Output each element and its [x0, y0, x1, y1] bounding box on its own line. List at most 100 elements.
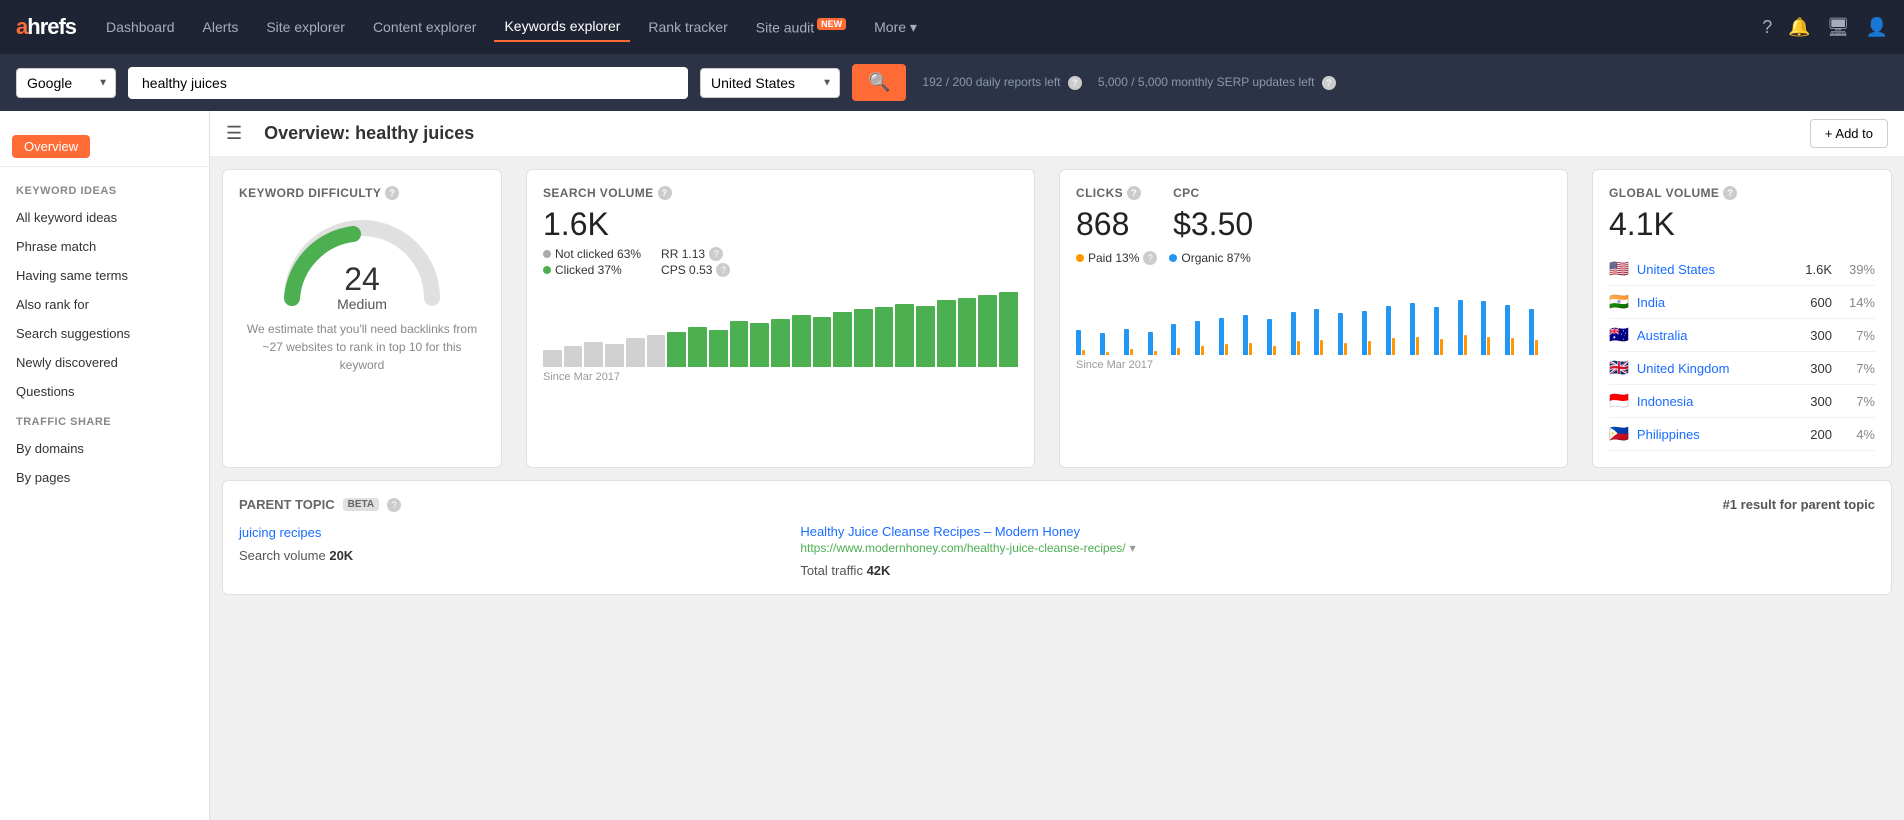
gv-country-link[interactable]: India [1637, 295, 1784, 310]
kd-info-icon[interactable]: ? [385, 186, 399, 200]
gv-country-link[interactable]: United States [1637, 262, 1784, 277]
gv-country-link[interactable]: Indonesia [1637, 394, 1784, 409]
clicks-blue-bar [1410, 303, 1415, 355]
global-volume-list: 🇺🇸 United States 1.6K 39% 🇮🇳 India 600 1… [1609, 253, 1875, 451]
clicks-blue-bar [1100, 333, 1105, 355]
paid-dot [1076, 254, 1084, 262]
clicks-bar-group [1481, 301, 1503, 355]
monthly-serp-info-icon[interactable]: ? [1322, 76, 1336, 90]
overview-header-row: ☰ Overview: healthy juices + Add to [210, 111, 1904, 157]
nav-site-audit[interactable]: Site auditNEW [746, 13, 856, 42]
clicks-bar-group [1434, 307, 1456, 355]
clicks-bar-group [1171, 324, 1193, 355]
gv-info-icon[interactable]: ? [1723, 186, 1737, 200]
paid-info-icon[interactable]: ? [1143, 251, 1157, 265]
traffic-share-section-title: TRAFFIC SHARE [0, 406, 209, 434]
sidebar-phrase-match[interactable]: Phrase match [0, 232, 209, 261]
nav-site-explorer[interactable]: Site explorer [256, 13, 355, 41]
sidebar-questions[interactable]: Questions [0, 377, 209, 406]
sv-bar [999, 292, 1018, 367]
nav-more[interactable]: More ▾ [864, 13, 927, 42]
help-icon[interactable]: ? [1762, 17, 1772, 38]
search-button[interactable]: 🔍 [852, 64, 906, 101]
gauge-svg: 24 [272, 208, 452, 308]
clicks-bar-group [1219, 318, 1241, 355]
clicks-amber-bar [1440, 339, 1443, 355]
juicing-recipes-link[interactable]: juicing recipes [239, 525, 321, 540]
clicks-bar-group [1529, 309, 1551, 355]
bell-icon[interactable]: 🔔 [1788, 17, 1810, 38]
clicks-amber-bar [1154, 351, 1157, 355]
clicks-bar-group [1362, 311, 1384, 355]
country-select-wrapper[interactable]: United States [700, 68, 840, 98]
clicks-bar-group [1338, 313, 1360, 355]
rr-info-icon[interactable]: ? [709, 247, 723, 261]
sv-bar [875, 307, 894, 367]
clicks-blue-bar [1076, 330, 1081, 355]
gv-country-link[interactable]: United Kingdom [1637, 361, 1784, 376]
clicks-amber-bar [1535, 340, 1538, 355]
sv-bar [605, 344, 624, 367]
monthly-serp-info: 5,000 / 5,000 monthly SERP updates left … [1094, 75, 1336, 90]
cpc-card-title: CPC [1173, 186, 1253, 200]
sidebar-having-same-terms[interactable]: Having same terms [0, 261, 209, 290]
result-url: https://www.modernhoney.com/healthy-juic… [800, 541, 1875, 555]
organic-dot [1169, 254, 1177, 262]
engine-select[interactable]: Google [16, 68, 116, 98]
gv-pct: 7% [1840, 394, 1875, 409]
daily-reports-info-icon[interactable]: ? [1068, 76, 1082, 90]
result-title-link[interactable]: Healthy Juice Cleanse Recipes – Modern H… [800, 524, 1875, 539]
gv-country-link[interactable]: Philippines [1637, 427, 1784, 442]
sidebar-search-suggestions[interactable]: Search suggestions [0, 319, 209, 348]
sv-bar [750, 323, 769, 367]
nav-keywords-explorer[interactable]: Keywords explorer [494, 12, 630, 42]
nav-dashboard[interactable]: Dashboard [96, 13, 185, 41]
gv-count: 1.6K [1792, 262, 1832, 277]
clicks-blue-bar [1267, 319, 1272, 355]
nav-alerts[interactable]: Alerts [193, 13, 249, 41]
gv-row: 🇦🇺 Australia 300 7% [1609, 319, 1875, 352]
sidebar-by-pages[interactable]: By pages [0, 463, 209, 492]
kd-card-title: Keyword difficulty ? [239, 186, 485, 200]
parent-topic-info-icon[interactable]: ? [387, 498, 401, 512]
clicks-bar-group [1291, 312, 1313, 355]
cps-info-icon[interactable]: ? [716, 263, 730, 277]
gv-pct: 39% [1840, 262, 1875, 277]
parent-topic-header: Parent topic BETA ? #1 result for parent… [239, 497, 1875, 512]
clicks-since: Since Mar 2017 [1076, 359, 1551, 371]
sv-info-icon[interactable]: ? [658, 186, 672, 200]
clicks-blue-bar [1505, 305, 1510, 355]
add-to-button[interactable]: + Add to [1810, 119, 1888, 148]
country-select[interactable]: United States [700, 68, 840, 98]
hamburger-icon[interactable]: ☰ [226, 123, 242, 144]
global-volume-card: Global volume ? 4.1K 🇺🇸 United States 1.… [1592, 169, 1892, 468]
clicks-chart [1076, 275, 1551, 355]
gv-pct: 7% [1840, 361, 1875, 376]
nav-rank-tracker[interactable]: Rank tracker [638, 13, 737, 41]
cpc-value: $3.50 [1173, 206, 1253, 243]
gv-country-link[interactable]: Australia [1637, 328, 1784, 343]
gv-pct: 14% [1840, 295, 1875, 310]
keyword-input[interactable] [128, 67, 688, 99]
clicks-blue-bar [1124, 329, 1129, 355]
overview-tab-button[interactable]: Overview [12, 135, 90, 158]
clicks-info-icon[interactable]: ? [1127, 186, 1141, 200]
clicks-amber-bar [1273, 346, 1276, 355]
sidebar-by-domains[interactable]: By domains [0, 434, 209, 463]
not-clicked-dot [543, 250, 551, 258]
clicks-blue-bar [1386, 306, 1391, 355]
gv-pct: 4% [1840, 427, 1875, 442]
engine-select-wrapper[interactable]: Google [16, 68, 116, 98]
gv-flag: 🇮🇩 [1609, 391, 1629, 411]
user-icon[interactable]: 👤 [1866, 17, 1888, 38]
monitor-icon[interactable]: 🖥 [1827, 17, 1850, 38]
clicks-bar-group [1386, 306, 1408, 355]
nav-content-explorer[interactable]: Content explorer [363, 13, 487, 41]
clicks-amber-bar [1130, 349, 1133, 355]
gauge-label: Medium [337, 296, 387, 312]
sidebar-newly-discovered[interactable]: Newly discovered [0, 348, 209, 377]
sidebar-all-keyword-ideas[interactable]: All keyword ideas [0, 203, 209, 232]
sv-bar [688, 327, 707, 367]
sidebar-also-rank-for[interactable]: Also rank for [0, 290, 209, 319]
clicks-blue-bar [1148, 332, 1153, 355]
